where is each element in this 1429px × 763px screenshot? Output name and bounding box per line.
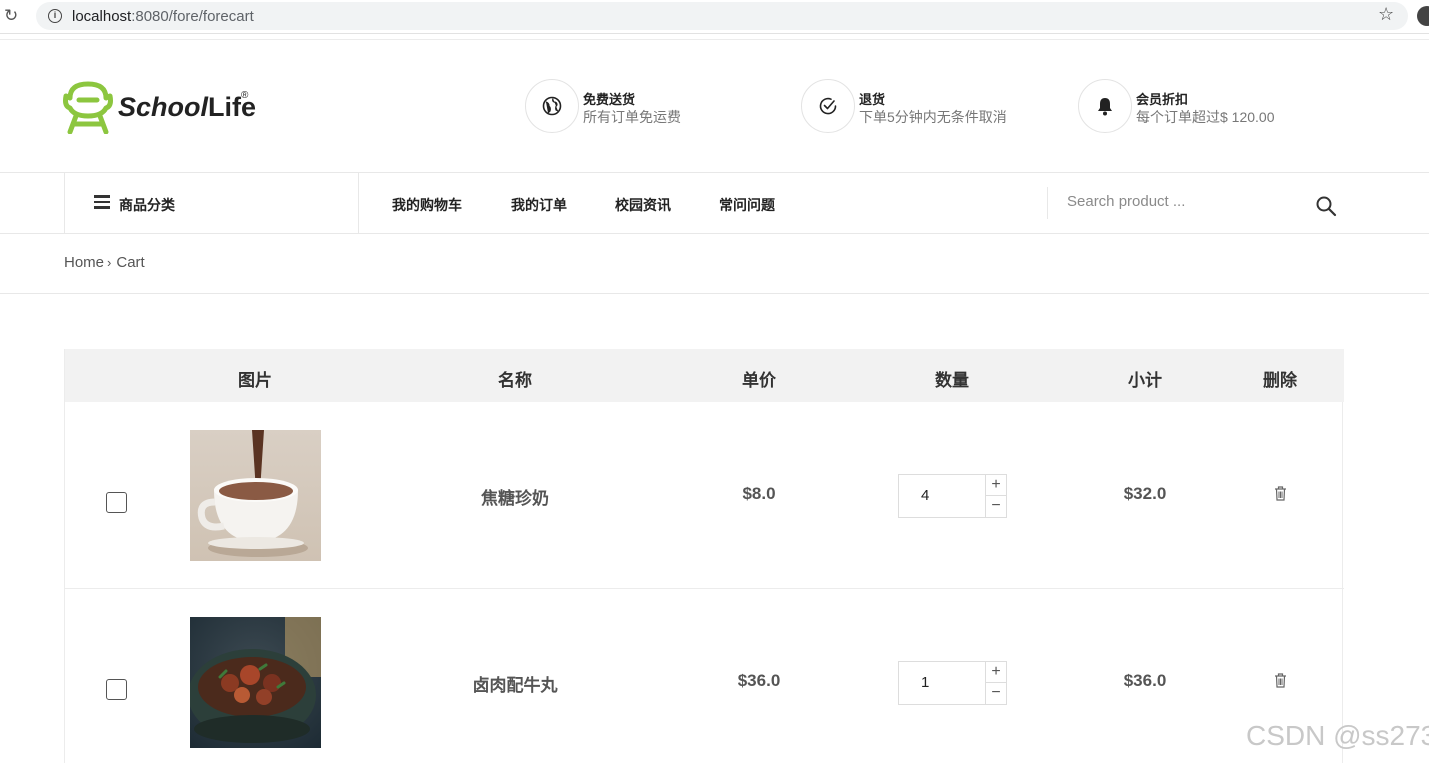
- product-image-braised-pork-beef-balls[interactable]: [190, 617, 321, 748]
- category-menu-button[interactable]: 商品分类: [64, 173, 359, 234]
- column-header-name: 名称: [498, 371, 532, 390]
- product-name[interactable]: 焦糖珍奶: [481, 484, 549, 509]
- nav-link-faq[interactable]: 常问问题: [719, 195, 775, 215]
- address-bar[interactable]: i localhost:8080/fore/forecart: [36, 2, 1408, 30]
- quantity-stepper[interactable]: 4 + −: [898, 474, 1007, 518]
- feature-title: 会员折扣: [1136, 92, 1189, 107]
- column-header-subtotal: 小计: [1128, 371, 1162, 390]
- url-path: :8080/fore/forecart: [131, 8, 254, 25]
- trash-icon[interactable]: [1274, 486, 1287, 501]
- item-select-checkbox[interactable]: [106, 679, 127, 700]
- nav-link-my-cart[interactable]: 我的购物车: [392, 195, 462, 215]
- quantity-stepper[interactable]: 1 + −: [898, 661, 1007, 705]
- quantity-decrease-button[interactable]: −: [985, 683, 1006, 704]
- breadcrumb-separator: ›: [107, 255, 112, 270]
- quantity-increase-button[interactable]: +: [985, 662, 1006, 683]
- site-logo[interactable]: SchoolLife ®: [62, 78, 262, 135]
- column-header-quantity: 数量: [935, 371, 969, 390]
- breadcrumb-divider: [0, 293, 1429, 294]
- logo-word-life: Life: [208, 92, 257, 122]
- quantity-increase-button[interactable]: +: [985, 475, 1006, 496]
- reload-icon[interactable]: ↻: [4, 6, 22, 26]
- url-text[interactable]: localhost:8080/fore/forecart: [72, 8, 254, 25]
- nav-link-my-orders[interactable]: 我的订单: [511, 195, 567, 215]
- watermark-text: CSDN @ss273: [1246, 720, 1429, 751]
- quantity-input[interactable]: 1: [899, 662, 985, 704]
- product-image-milk-tea[interactable]: [190, 430, 321, 561]
- nav-link-campus-news[interactable]: 校园资讯: [615, 195, 671, 215]
- logo-mascot-icon: [63, 81, 113, 135]
- subtotal: $36.0: [1123, 671, 1167, 690]
- bookmark-star-icon[interactable]: ☆: [1378, 4, 1394, 25]
- browser-toolbar: ↻ i localhost:8080/fore/forecart ☆: [0, 0, 1429, 34]
- product-image-drawing: [190, 430, 321, 561]
- search-icon[interactable]: [1315, 195, 1337, 217]
- logo-word-school: School: [118, 92, 209, 122]
- globe-icon: [542, 96, 562, 116]
- url-host: localhost: [72, 8, 132, 25]
- product-name[interactable]: 卤肉配牛丸: [473, 671, 558, 696]
- subtotal: $32.0: [1123, 484, 1167, 503]
- trash-icon[interactable]: [1274, 673, 1287, 688]
- bell-icon: [1098, 98, 1112, 116]
- feature-icon-circle: [525, 79, 579, 133]
- quantity-decrease-button[interactable]: −: [985, 496, 1006, 517]
- column-header-delete: 删除: [1263, 371, 1297, 390]
- feature-subtitle: 下单5分钟内无条件取消: [859, 109, 1007, 125]
- check-circle-icon: [819, 97, 837, 115]
- hamburger-icon: [94, 195, 110, 209]
- table-row: 焦糖珍奶 $8.0 4 + − $32.0: [65, 402, 1344, 589]
- cart-table: 图片 名称 单价 数量 小计 删除 焦糖珍奶 $8.0 4 + − $32.0 …: [64, 349, 1344, 763]
- feature-icon-circle: [801, 79, 855, 133]
- product-image-drawing: [190, 617, 321, 748]
- logo-text: SchoolLife: [118, 92, 256, 123]
- feature-icon-circle: [1078, 79, 1132, 133]
- cart-table-header: 图片 名称 单价 数量 小计 删除: [65, 349, 1344, 402]
- feature-subtitle: 每个订单超过$ 120.00: [1136, 109, 1275, 125]
- unit-price: $36.0: [737, 671, 781, 690]
- column-header-image: 图片: [238, 371, 272, 390]
- breadcrumb-current: Cart: [116, 254, 145, 271]
- feature-title: 退货: [859, 92, 886, 107]
- logo-registered-mark: ®: [241, 90, 249, 101]
- quantity-input[interactable]: 4: [899, 475, 985, 517]
- breadcrumb: Home › Cart: [64, 254, 145, 271]
- main-nav: 商品分类 我的购物车 我的订单 校园资讯 常问问题: [0, 172, 1429, 234]
- search-divider: [1047, 187, 1048, 219]
- table-row: 卤肉配牛丸 $36.0 1 + − $36.0: [65, 589, 1344, 763]
- feature-subtitle: 所有订单免运费: [583, 109, 681, 125]
- site-info-icon[interactable]: i: [48, 9, 62, 23]
- feature-title: 免费送货: [583, 92, 636, 107]
- column-header-unit-price: 单价: [742, 371, 776, 390]
- profile-avatar[interactable]: [1417, 6, 1429, 26]
- toolbar-divider: [0, 39, 1429, 40]
- unit-price: $8.0: [742, 484, 776, 503]
- search-input[interactable]: [1058, 185, 1298, 217]
- category-label: 商品分类: [119, 197, 175, 213]
- breadcrumb-home-link[interactable]: Home: [64, 254, 104, 271]
- item-select-checkbox[interactable]: [106, 492, 127, 513]
